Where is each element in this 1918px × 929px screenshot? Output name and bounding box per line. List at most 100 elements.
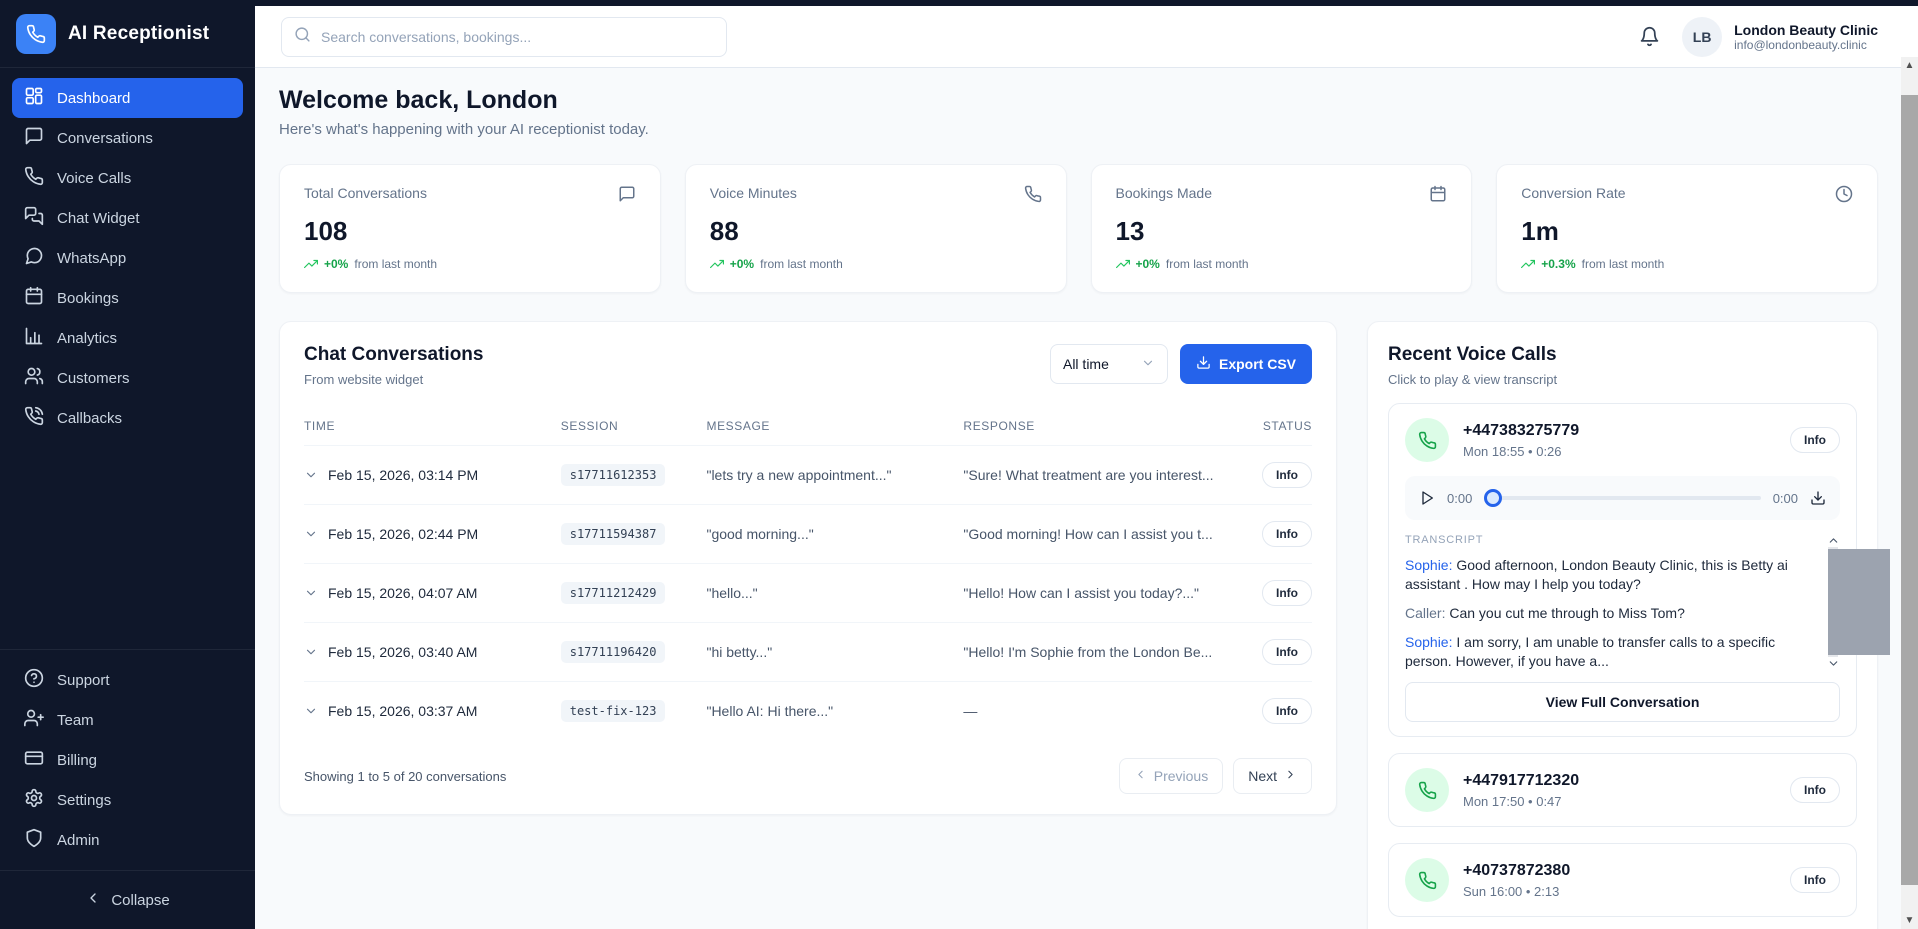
scrollbar-up-arrow[interactable]: ▲ <box>1905 57 1915 74</box>
sidebar-item-voice-calls[interactable]: Voice Calls <box>12 158 243 198</box>
voice-calls-icon <box>24 166 44 190</box>
sidebar-item-dashboard[interactable]: Dashboard <box>12 78 243 118</box>
info-button[interactable]: Info <box>1262 639 1312 665</box>
chevron-down-icon[interactable] <box>304 468 318 482</box>
next-button[interactable]: Next <box>1233 758 1312 794</box>
chevron-left-icon <box>85 890 101 910</box>
table-row[interactable]: Feb 15, 2026, 04:07 AM s17711212429 "hel… <box>304 564 1312 623</box>
row-time: Feb 15, 2026, 04:07 AM <box>328 585 477 601</box>
download-icon[interactable] <box>1810 490 1826 506</box>
voice-call-card-expanded[interactable]: +447383275779 Mon 18:55 • 0:26 Info 0:00 <box>1388 403 1857 737</box>
sidebar-item-conversations[interactable]: Conversations <box>12 118 243 158</box>
sidebar-item-chat-widget[interactable]: Chat Widget <box>12 198 243 238</box>
callbacks-icon <box>24 406 44 430</box>
info-button[interactable]: Info <box>1790 777 1840 803</box>
sidebar-item-billing[interactable]: Billing <box>12 740 243 780</box>
chevron-down-icon[interactable] <box>304 527 318 541</box>
phone-call-icon <box>1405 418 1449 462</box>
chevron-down-icon[interactable] <box>304 645 318 659</box>
table-row[interactable]: Feb 15, 2026, 03:14 PM s17711612353 "let… <box>304 446 1312 505</box>
page-title: Welcome back, London <box>279 86 1878 115</box>
row-message: "good morning..." <box>706 505 963 564</box>
sidebar-item-settings[interactable]: Settings <box>12 780 243 820</box>
chevron-down-icon[interactable] <box>304 704 318 718</box>
collapse-button[interactable]: Collapse <box>12 881 243 919</box>
info-button[interactable]: Info <box>1262 462 1312 488</box>
chevron-down-icon[interactable] <box>1827 657 1840 670</box>
stat-value: 108 <box>304 216 636 247</box>
column-header-status: STATUS <box>1262 409 1312 446</box>
phone-logo-icon <box>16 14 56 54</box>
download-icon <box>1196 355 1211 373</box>
sidebar-item-label: Support <box>57 672 110 689</box>
view-full-conversation-button[interactable]: View Full Conversation <box>1405 682 1840 722</box>
sidebar-item-whatsapp[interactable]: WhatsApp <box>12 238 243 278</box>
row-response: — <box>963 682 1262 741</box>
scrollbar-down-arrow[interactable]: ▼ <box>1905 912 1915 929</box>
avatar: LB <box>1682 17 1722 57</box>
conversations-icon <box>24 126 44 150</box>
user-menu[interactable]: LB London Beauty Clinic info@londonbeaut… <box>1682 17 1878 57</box>
seek-slider[interactable] <box>1484 489 1760 507</box>
sidebar-item-customers[interactable]: Customers <box>12 358 243 398</box>
sidebar-item-bookings[interactable]: Bookings <box>12 278 243 318</box>
transcript-text: I am sorry, I am unable to transfer call… <box>1405 634 1775 669</box>
calendar-icon <box>1429 185 1447 208</box>
chevron-up-icon[interactable] <box>1827 534 1840 547</box>
time-filter-value: All time <box>1063 356 1109 372</box>
info-button[interactable]: Info <box>1262 698 1312 724</box>
page-subtitle: Here's what's happening with your AI rec… <box>279 121 1878 138</box>
trending-up-icon <box>710 257 724 271</box>
export-csv-button[interactable]: Export CSV <box>1180 344 1312 384</box>
stat-label: Conversion Rate <box>1521 185 1625 201</box>
trending-up-icon <box>1116 257 1130 271</box>
table-row[interactable]: Feb 15, 2026, 03:37 AM test-fix-123 "Hel… <box>304 682 1312 741</box>
scrollbar-track[interactable] <box>1828 547 1838 657</box>
search-box[interactable] <box>281 17 727 57</box>
whatsapp-icon <box>24 246 44 270</box>
play-icon[interactable] <box>1419 490 1435 506</box>
session-badge: test-fix-123 <box>561 700 666 722</box>
info-button[interactable]: Info <box>1790 867 1840 893</box>
info-button[interactable]: Info <box>1262 580 1312 606</box>
table-row[interactable]: Feb 15, 2026, 03:40 AM s17711196420 "hi … <box>304 623 1312 682</box>
session-badge: s17711196420 <box>561 641 666 663</box>
notifications-bell-icon[interactable] <box>1639 26 1660 47</box>
search-input[interactable] <box>321 29 714 45</box>
transcript-scrollbar[interactable] <box>1826 534 1840 670</box>
chat-panel-subtitle: From website widget <box>304 372 483 387</box>
sidebar-item-admin[interactable]: Admin <box>12 820 243 860</box>
scrollbar-thumb[interactable] <box>1901 95 1918 885</box>
stat-trend-text: from last month <box>760 257 843 271</box>
window-scrollbar[interactable]: ▲ ▼ <box>1901 57 1918 929</box>
slider-thumb[interactable] <box>1484 489 1502 507</box>
chevron-right-icon <box>1284 768 1297 784</box>
trending-up-icon <box>304 257 318 271</box>
previous-button[interactable]: Previous <box>1119 758 1223 794</box>
speaker-name: Caller: <box>1405 605 1445 621</box>
sidebar-item-team[interactable]: Team <box>12 700 243 740</box>
table-row[interactable]: Feb 15, 2026, 02:44 PM s17711594387 "goo… <box>304 505 1312 564</box>
info-button[interactable]: Info <box>1790 427 1840 453</box>
transcript-label: TRANSCRIPT <box>1405 534 1818 546</box>
trending-up-icon <box>1521 257 1535 271</box>
sidebar: AI Receptionist Dashboard Conversations … <box>0 0 255 929</box>
scrollbar-thumb[interactable] <box>1828 549 1890 655</box>
sidebar-item-analytics[interactable]: Analytics <box>12 318 243 358</box>
row-response: "Sure! What treatment are you interest..… <box>963 446 1262 505</box>
transcript-text: Good afternoon, London Beauty Clinic, th… <box>1405 557 1788 592</box>
chevron-down-icon[interactable] <box>304 586 318 600</box>
voice-call-card[interactable]: +40737872380 Sun 16:00 • 2:13 Info <box>1388 843 1857 917</box>
export-csv-label: Export CSV <box>1219 356 1296 372</box>
transcript: TRANSCRIPT Sophie: Good afternoon, Londo… <box>1405 534 1840 670</box>
stat-trend-pct: +0% <box>324 257 348 271</box>
stat-trend-text: from last month <box>1166 257 1249 271</box>
time-filter-select[interactable]: All time <box>1050 344 1168 384</box>
stat-card-conversion-rate: Conversion Rate 1m +0.3% from last month <box>1496 164 1878 293</box>
info-button[interactable]: Info <box>1262 521 1312 547</box>
sidebar-item-support[interactable]: Support <box>12 660 243 700</box>
row-time: Feb 15, 2026, 03:37 AM <box>328 703 477 719</box>
sidebar-item-callbacks[interactable]: Callbacks <box>12 398 243 438</box>
phone-icon <box>1024 185 1042 208</box>
voice-call-card[interactable]: +447917712320 Mon 17:50 • 0:47 Info <box>1388 753 1857 827</box>
